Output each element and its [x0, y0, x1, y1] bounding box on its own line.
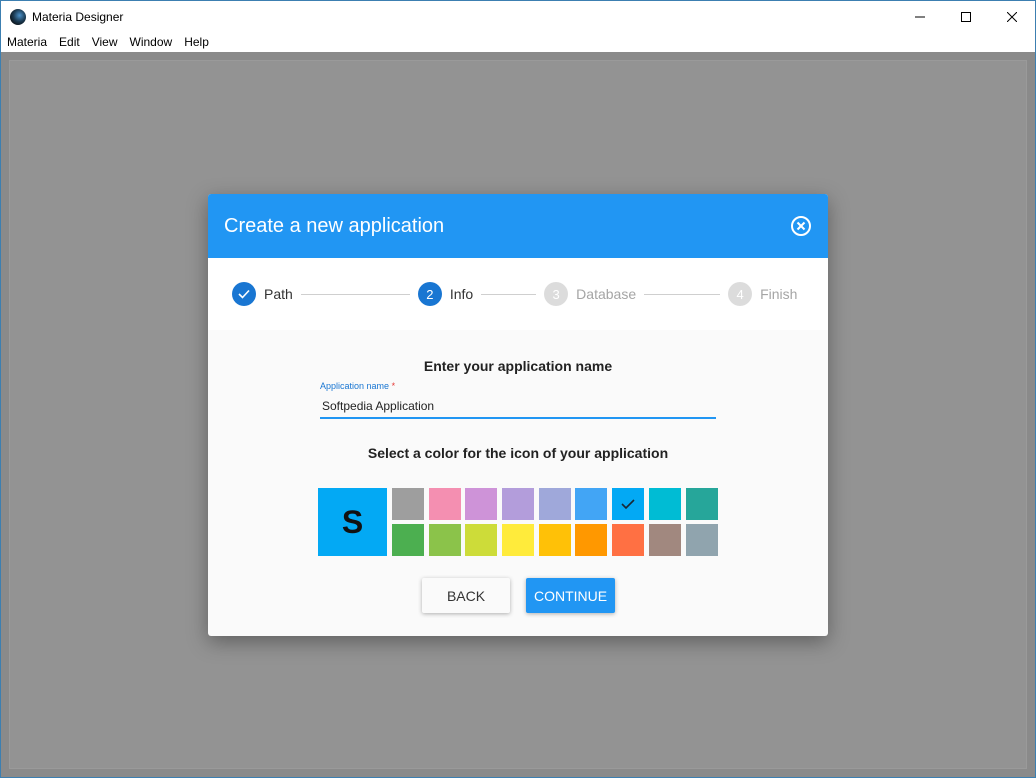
new-application-dialog: Create a new application Path 2 Info 3 D…: [208, 194, 828, 636]
menu-bar: Materia Edit View Window Help: [1, 32, 1035, 52]
icon-preview: S: [318, 488, 387, 556]
window-controls: [897, 1, 1035, 32]
step-info-circle: 2: [417, 282, 442, 306]
step-finish-label: Finish: [760, 286, 798, 302]
color-swatch[interactable]: [685, 488, 718, 520]
dialog-close-button[interactable]: [790, 215, 812, 237]
stepper: Path 2 Info 3 Database 4 Finish: [208, 258, 828, 330]
color-swatch[interactable]: [685, 524, 718, 556]
step-database-circle: 3: [544, 282, 569, 306]
continue-button[interactable]: CONTINUE: [526, 578, 616, 613]
application-name-label: Application name *: [320, 381, 396, 391]
name-heading: Enter your application name: [423, 358, 613, 374]
application-name-input[interactable]: [320, 395, 716, 419]
color-picker: S: [318, 488, 718, 556]
workspace: Create a new application Path 2 Info 3 D…: [1, 52, 1035, 777]
title-bar: Materia Designer: [1, 1, 1035, 32]
close-circle-icon: [791, 216, 811, 236]
step-path-circle: [232, 282, 256, 306]
color-swatch[interactable]: [538, 488, 571, 520]
menu-window[interactable]: Window: [124, 32, 179, 52]
window-title: Materia Designer: [32, 9, 124, 24]
color-swatches: [392, 488, 718, 556]
color-swatch[interactable]: [465, 524, 498, 556]
step-info-label: Info: [449, 286, 474, 302]
color-swatch[interactable]: [392, 524, 424, 556]
dialog-content: Enter your application name Application …: [208, 330, 828, 636]
color-swatch[interactable]: [502, 524, 535, 556]
close-icon: [1007, 11, 1017, 22]
color-swatch[interactable]: [392, 488, 424, 520]
dialog-title: Create a new application: [224, 214, 445, 237]
step-info[interactable]: 2 Info: [417, 282, 474, 306]
color-swatch[interactable]: [428, 488, 461, 520]
menu-view[interactable]: View: [86, 32, 124, 52]
step-path-label: Path: [264, 286, 293, 302]
minimize-button[interactable]: [897, 1, 943, 32]
check-icon: [238, 289, 250, 299]
color-swatch[interactable]: [428, 524, 461, 556]
step-finish: 4 Finish: [728, 282, 797, 306]
maximize-button[interactable]: [943, 1, 989, 32]
minimize-icon: [915, 16, 925, 17]
step-connector: [481, 293, 537, 295]
materia-logo-icon: [10, 8, 26, 25]
color-heading: Select a color for the icon of your appl…: [367, 445, 669, 461]
color-swatch[interactable]: [465, 488, 498, 520]
dialog-actions: BACK CONTINUE: [422, 578, 616, 613]
close-window-button[interactable]: [989, 1, 1035, 32]
dialog-header: Create a new application: [208, 194, 828, 258]
color-swatch[interactable]: [502, 488, 535, 520]
check-icon: [621, 499, 635, 510]
step-finish-circle: 4: [728, 282, 753, 306]
maximize-icon: [961, 11, 971, 22]
menu-help[interactable]: Help: [178, 32, 215, 52]
step-connector: [300, 293, 410, 295]
step-database: 3 Database: [544, 282, 636, 306]
application-name-field: Application name *: [320, 381, 716, 419]
menu-edit[interactable]: Edit: [53, 32, 86, 52]
color-swatch[interactable]: [538, 524, 571, 556]
color-swatch[interactable]: [575, 524, 608, 556]
back-button[interactable]: BACK: [422, 578, 510, 613]
menu-materia[interactable]: Materia: [1, 32, 53, 52]
step-path[interactable]: Path: [232, 282, 293, 306]
step-connector: [644, 293, 721, 295]
color-swatch[interactable]: [648, 524, 681, 556]
color-swatch[interactable]: [612, 524, 645, 556]
color-swatch[interactable]: [575, 488, 608, 520]
color-swatch[interactable]: [648, 488, 681, 520]
color-swatch-selected[interactable]: [612, 488, 645, 520]
step-database-label: Database: [576, 286, 637, 302]
required-mark: *: [391, 381, 396, 391]
